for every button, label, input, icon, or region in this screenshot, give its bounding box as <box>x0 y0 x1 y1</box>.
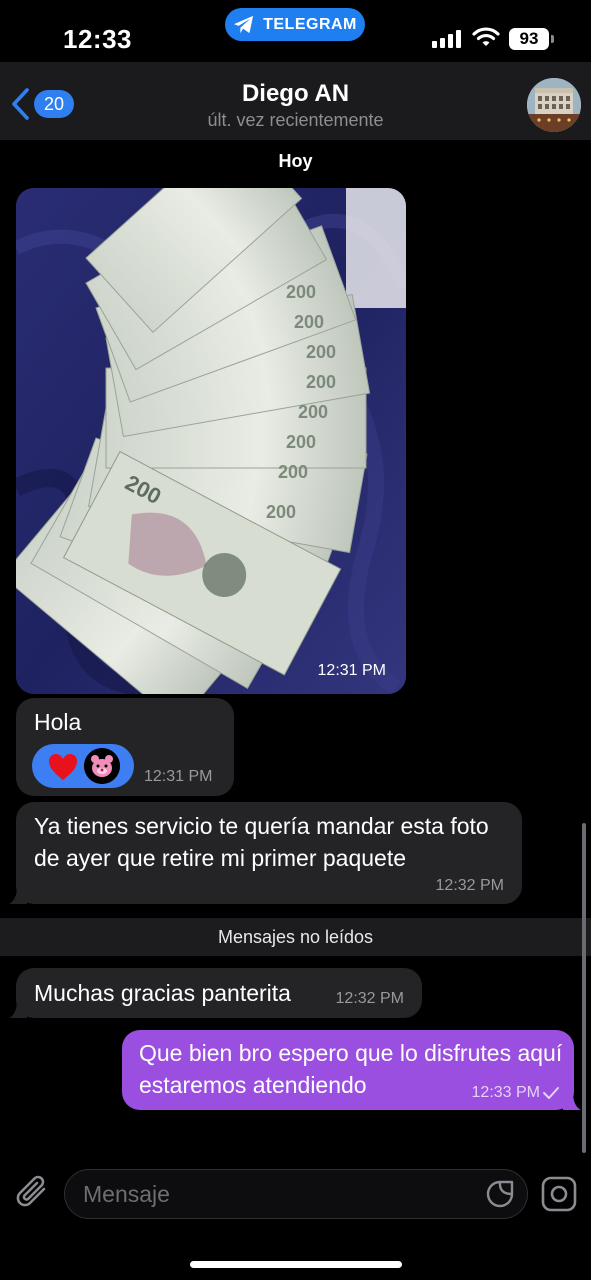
incoming-message[interactable]: Ya tienes servicio te quería mandar esta… <box>9 802 522 904</box>
home-indicator[interactable] <box>190 1261 402 1268</box>
sticker-icon[interactable] <box>485 1179 515 1209</box>
svg-text:200: 200 <box>294 312 324 332</box>
photo-message[interactable]: 200 200 200 200 200 200 200 200 200 200 … <box>16 188 406 694</box>
message-timestamp: 12:31 PM <box>144 768 213 785</box>
telegram-plane-icon <box>234 15 254 33</box>
heart-icon <box>49 754 77 780</box>
contact-avatar[interactable] <box>527 78 581 132</box>
paperclip-icon[interactable] <box>14 1173 52 1213</box>
incoming-message[interactable]: Hola 12:31 PM <box>16 698 234 796</box>
svg-text:200: 200 <box>266 502 296 522</box>
chat-header: 20 Diego AN últ. vez recientemente <box>0 62 591 140</box>
message-text: Muchas gracias panterita <box>34 980 291 1006</box>
bubble-tail <box>9 886 27 904</box>
app-pill-label: TELEGRAM <box>263 15 357 33</box>
message-text: Ya tienes servicio te quería mandar esta… <box>34 813 489 871</box>
outgoing-message[interactable]: Que bien bro espero que lo disfrutes aqu… <box>122 1030 581 1110</box>
bubble-tail <box>563 1092 581 1110</box>
reaction-pill[interactable] <box>32 744 134 788</box>
message-input[interactable] <box>83 1170 473 1218</box>
message-timestamp: 12:32 PM <box>435 877 504 894</box>
building-photo-icon <box>527 78 581 132</box>
wifi-icon <box>472 27 500 46</box>
svg-text:200: 200 <box>306 372 336 392</box>
svg-text:200: 200 <box>286 432 316 452</box>
scrollbar[interactable] <box>582 823 586 1153</box>
contact-name[interactable]: Diego AN <box>0 80 591 108</box>
banknotes-photo: 200 200 200 200 200 200 200 200 200 200 <box>16 188 406 694</box>
telegram-app-pill[interactable]: TELEGRAM <box>225 8 365 41</box>
date-divider: Hoy <box>278 151 313 171</box>
photo-timestamp: 12:31 PM <box>317 662 386 679</box>
cellular-signal-icon <box>432 30 461 48</box>
sent-check-icon <box>543 1087 559 1099</box>
camera-icon[interactable] <box>540 1175 578 1213</box>
battery-indicator: 93 <box>509 28 554 50</box>
pink-panther-avatar <box>84 748 120 784</box>
status-time: 12:33 <box>63 24 132 54</box>
svg-text:200: 200 <box>278 462 308 482</box>
svg-text:200: 200 <box>298 402 328 422</box>
incoming-message[interactable]: Muchas gracias panterita 12:32 PM <box>9 968 422 1018</box>
message-timestamp: 12:33 PM <box>471 1084 540 1101</box>
svg-text:200: 200 <box>306 342 336 362</box>
svg-text:200: 200 <box>286 282 316 302</box>
unread-divider: Mensajes no leídos <box>0 918 591 956</box>
status-bar: 12:33 TELEGRAM 93 <box>0 0 591 60</box>
contact-last-seen: últ. vez recientemente <box>207 110 384 130</box>
message-timestamp: 12:32 PM <box>335 990 404 1007</box>
message-text: Hola <box>34 709 82 735</box>
message-input-container <box>64 1169 528 1219</box>
bubble-tail <box>9 1000 27 1018</box>
